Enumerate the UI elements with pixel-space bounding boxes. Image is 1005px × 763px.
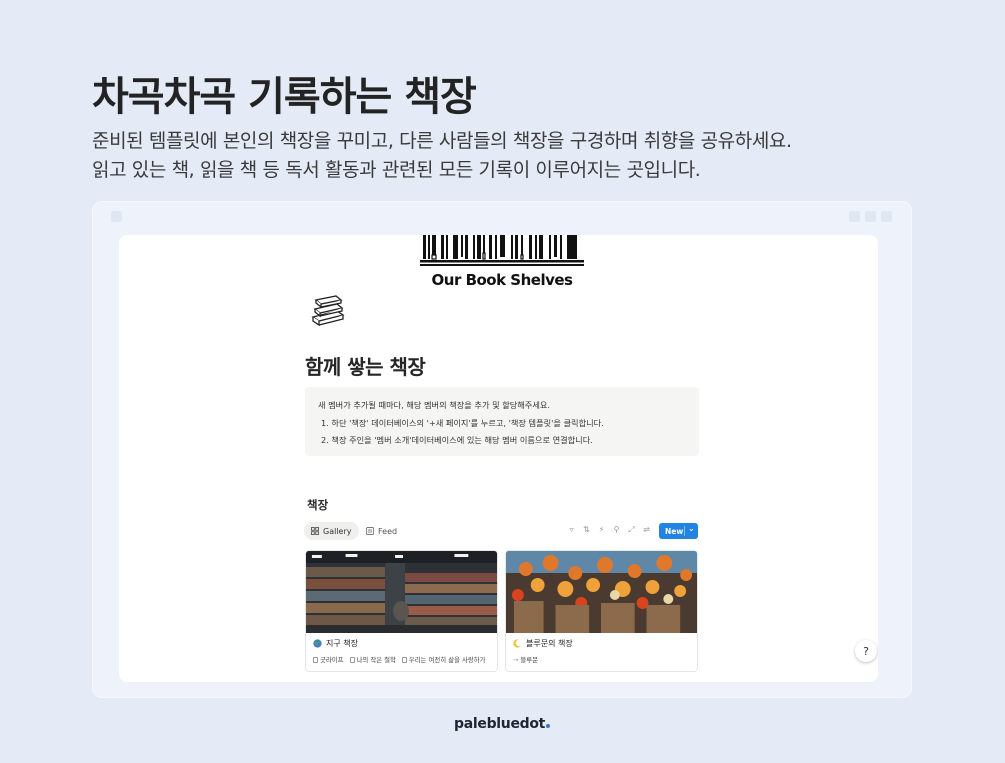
feed-icon xyxy=(366,527,374,535)
notion-page: Our Book Shelves 함께 쌓는 책장 새 멤버가 추가될 때마다,… xyxy=(119,235,878,682)
database-toolbar: ▿ ⇅ ⚡ ⚲ ⤢ ⇌ xyxy=(567,525,651,535)
frame-control xyxy=(881,211,892,222)
book-link[interactable]: 굿라이프 xyxy=(313,655,344,664)
brand-dot-icon xyxy=(546,724,551,728)
card-title: 지구 책장 xyxy=(326,639,358,648)
database-title[interactable]: 책장 xyxy=(307,497,328,513)
new-button-label: New xyxy=(665,526,684,536)
bookshelf-cover-icon xyxy=(420,235,584,266)
member-link[interactable]: → 블루문 xyxy=(513,655,538,665)
search-icon[interactable]: ⚲ xyxy=(612,525,621,535)
flowers-photo xyxy=(506,551,697,633)
filter-icon[interactable]: ▿ xyxy=(567,525,576,535)
document-icon xyxy=(349,656,355,663)
callout-intro: 새 멤버가 추가될 때마다, 해당 멤버의 책장을 추가 및 할당해주세요. xyxy=(318,400,551,410)
link-arrow-icon: → xyxy=(513,655,519,664)
card-properties: → 블루문 xyxy=(513,655,538,665)
page-content: Our Book Shelves 함께 쌓는 책장 새 멤버가 추가될 때마다,… xyxy=(304,235,699,682)
brand-name: palebluedot xyxy=(454,716,546,732)
help-label: ? xyxy=(863,644,869,658)
tab-gallery[interactable]: Gallery xyxy=(304,522,359,540)
frame-control xyxy=(865,211,876,222)
hero-subtitle-line1: 준비된 템플릿에 본인의 책장을 꾸미고, 다른 사람들의 책장을 구경하며 취… xyxy=(92,130,792,152)
globe-icon xyxy=(313,639,322,648)
book-link[interactable]: 나의 작은 철학 xyxy=(349,655,396,664)
gallery-icon xyxy=(311,527,319,535)
frame-control xyxy=(849,211,860,222)
tab-label: Feed xyxy=(378,526,398,536)
tab-label: Gallery xyxy=(323,526,352,536)
bookstore-photo xyxy=(306,551,497,633)
instruction-callout: 새 멤버가 추가될 때마다, 해당 멤버의 책장을 추가 및 할당해주세요. 1… xyxy=(305,387,699,456)
new-button[interactable]: New ⌄ xyxy=(659,523,698,539)
cover-title: Our Book Shelves xyxy=(431,271,573,289)
document-icon xyxy=(313,656,318,663)
document-icon xyxy=(401,656,407,663)
hero-title: 차곡차곡 기록하는 책장 xyxy=(92,74,477,120)
books-stack-icon[interactable] xyxy=(307,287,347,327)
help-button[interactable]: ? xyxy=(855,640,877,662)
moon-icon xyxy=(513,639,522,648)
expand-icon[interactable]: ⤢ xyxy=(627,525,636,535)
frame-control xyxy=(111,211,122,222)
brand-logo: palebluedot xyxy=(454,716,551,732)
book-link[interactable]: 우리는 여전히 삶을 사랑하가 xyxy=(401,655,486,664)
hero-subtitle-line2: 읽고 있는 책, 읽을 책 등 독서 활동과 관련된 모든 기록이 이루어지는 … xyxy=(92,159,701,181)
gallery-card[interactable]: 지구 책장 굿라이프 나의 작은 철학 우리는 여전히 삶을 사랑하가 xyxy=(305,550,498,672)
callout-step: 1. 하단 '책장' 데이터베이스의 '+새 페이지'를 누르고, '책장 템플… xyxy=(321,418,604,428)
tab-feed[interactable]: Feed xyxy=(359,522,404,540)
gallery-card[interactable]: 블루문의 책장 → 블루문 xyxy=(505,550,698,672)
page-title: 함께 쌓는 책장 xyxy=(305,355,426,379)
settings-icon[interactable]: ⇌ xyxy=(642,525,651,535)
card-title: 블루문의 책장 xyxy=(526,639,573,648)
card-properties: 굿라이프 나의 작은 철학 우리는 여전히 삶을 사랑하가 xyxy=(313,655,486,664)
automation-icon[interactable]: ⚡ xyxy=(597,525,606,535)
chevron-down-icon[interactable]: ⌄ xyxy=(688,524,695,533)
sort-icon[interactable]: ⇅ xyxy=(582,525,591,535)
callout-step: 2. 책장 주인을 '멤버 소개'데이터베이스에 있는 해당 멤버 이름으로 연… xyxy=(321,435,593,445)
